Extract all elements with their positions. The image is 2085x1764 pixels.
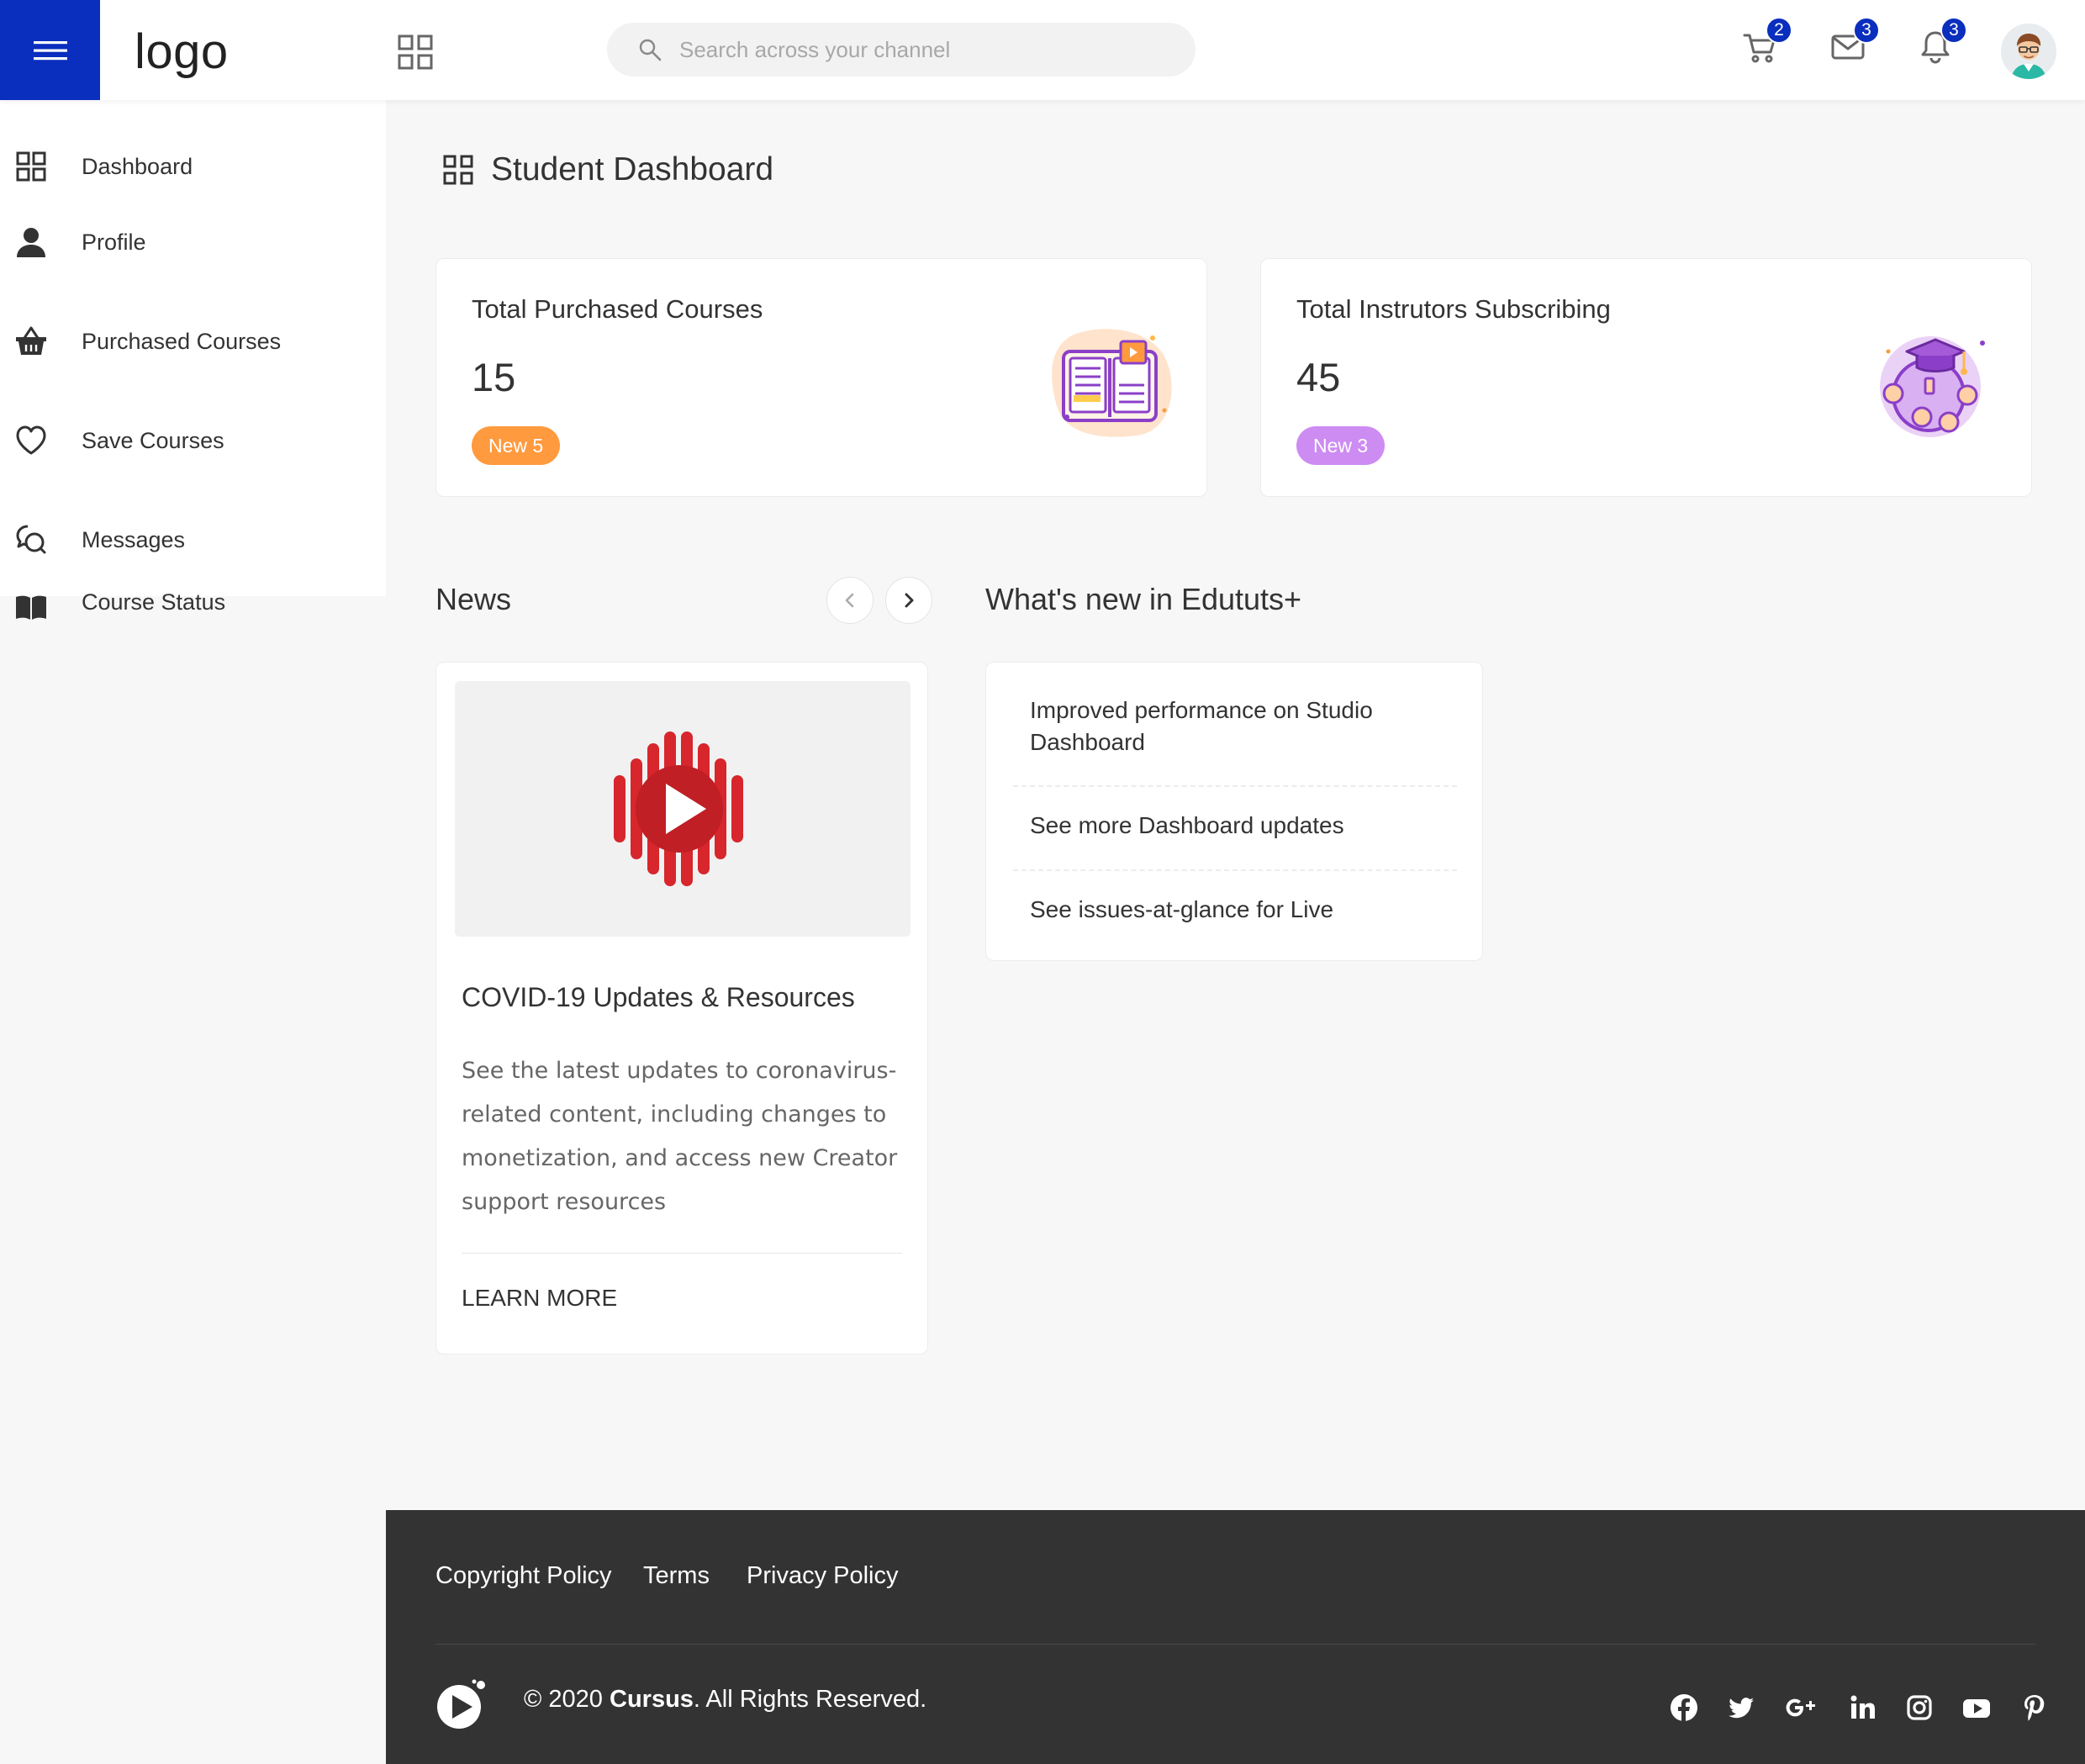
whats-new-item[interactable]: See more Dashboard updates	[1030, 810, 1433, 842]
avatar-illustration-icon	[2001, 24, 2056, 79]
dashboard-grid-icon	[443, 155, 473, 185]
sidebar-item-messages[interactable]: Messages	[0, 510, 386, 569]
sidebar: Dashboard Profile Purchased Courses Save…	[0, 100, 386, 620]
top-header: logo 2 3 3	[0, 0, 2085, 100]
sidebar-item-label: Purchased Courses	[82, 328, 282, 354]
footer-link-privacy-policy[interactable]: Privacy Policy	[747, 1562, 899, 1590]
divider	[435, 1644, 2035, 1645]
logo[interactable]: logo	[135, 24, 229, 80]
sidebar-item-label: Course Status	[82, 589, 226, 615]
stat-title: Total Instrutors Subscribing	[1296, 294, 1611, 324]
chevron-left-icon	[845, 593, 854, 608]
sidebar-item-label: Save Courses	[82, 427, 224, 453]
cart-button[interactable]: 2	[1742, 17, 1792, 69]
apps-grid-icon[interactable]	[397, 34, 434, 71]
cursus-logo-icon[interactable]	[435, 1678, 488, 1730]
google-plus-link[interactable]	[1784, 1693, 1819, 1722]
youtube-icon	[1963, 1699, 1990, 1718]
whats-new-item[interactable]: See issues-at-glance for Live	[1030, 894, 1433, 926]
sidebar-item-label: Messages	[82, 526, 186, 552]
stat-value: 15	[472, 355, 516, 399]
dashboard-grid-icon	[16, 151, 46, 182]
basket-icon	[16, 326, 46, 355]
linkedin-link[interactable]	[1848, 1693, 1876, 1722]
learn-more-link[interactable]: LEARN MORE	[462, 1285, 617, 1312]
sidebar-item-course-status[interactable]: Course Status	[0, 586, 386, 620]
notifications-button[interactable]: 3	[1917, 17, 1967, 69]
notifications-badge: 3	[1940, 17, 1967, 44]
video-play-logo-icon	[614, 731, 743, 886]
news-next-button[interactable]	[885, 577, 932, 624]
sidebar-item-label: Profile	[82, 229, 146, 255]
stat-card-instructors-subscribing: Total Instrutors Subscribing 45 New 3	[1260, 258, 2032, 497]
footer-link-terms[interactable]: Terms	[643, 1562, 710, 1590]
search-input[interactable]	[679, 36, 1150, 63]
twitter-link[interactable]	[1727, 1693, 1755, 1722]
new-badge: New 3	[1296, 426, 1386, 465]
news-card: COVID-19 Updates & Resources See the lat…	[435, 662, 928, 1355]
sidebar-item-label: Dashboard	[82, 153, 193, 179]
cart-badge: 2	[1766, 17, 1792, 44]
new-badge: New 5	[472, 426, 561, 465]
copyright-prefix: © 2020	[524, 1686, 610, 1713]
search-icon	[639, 39, 662, 61]
user-avatar[interactable]	[2001, 24, 2056, 79]
sidebar-item-save-courses[interactable]: Save Courses	[0, 411, 386, 470]
twitter-icon	[1729, 1698, 1754, 1719]
open-book-illustration-icon	[1052, 329, 1172, 437]
footer: Copyright Policy Terms Privacy Policy © …	[386, 1510, 2085, 1764]
news-prev-button[interactable]	[826, 577, 874, 624]
news-title[interactable]: COVID-19 Updates & Resources	[462, 982, 855, 1013]
stat-value: 45	[1296, 355, 1341, 399]
divider	[1013, 869, 1457, 871]
hamburger-icon	[33, 40, 67, 60]
graduation-cap-illustration-icon	[1880, 336, 1985, 437]
whats-new-section-title: What's new in Edututs+	[985, 582, 1302, 616]
facebook-icon	[1671, 1694, 1697, 1721]
chevron-right-icon	[905, 593, 914, 608]
facebook-link[interactable]	[1670, 1693, 1698, 1722]
footer-link-copyright-policy[interactable]: Copyright Policy	[435, 1562, 612, 1590]
whats-new-card: Improved performance on Studio Dashboard…	[985, 662, 1483, 961]
divider	[462, 1253, 902, 1254]
page-header: Student Dashboard	[442, 151, 773, 188]
stat-title: Total Purchased Courses	[472, 294, 763, 324]
heart-icon	[16, 425, 46, 455]
sidebar-item-profile[interactable]: Profile	[0, 213, 386, 272]
messages-button[interactable]: 3	[1829, 17, 1880, 69]
divider	[1013, 785, 1457, 787]
pinterest-link[interactable]	[2019, 1693, 2048, 1722]
user-icon	[17, 228, 45, 257]
linkedin-icon	[1850, 1695, 1875, 1719]
open-book-icon	[16, 595, 46, 620]
search-bar	[607, 23, 1196, 77]
messages-badge: 3	[1853, 17, 1880, 44]
whats-new-item[interactable]: Improved performance on Studio Dashboard	[1030, 695, 1433, 758]
news-section-title: News	[435, 582, 512, 616]
instagram-link[interactable]	[1905, 1693, 1934, 1722]
social-links	[1670, 1693, 2048, 1722]
google-plus-icon	[1786, 1698, 1815, 1717]
chat-bubbles-icon	[16, 525, 46, 554]
copyright-suffix: . All Rights Reserved.	[693, 1686, 927, 1713]
instagram-icon	[1907, 1695, 1932, 1720]
news-description: See the latest updates to coronavirus-re…	[462, 1058, 898, 1215]
stat-card-purchased-courses: Total Purchased Courses 15 New 5	[435, 258, 1207, 497]
hamburger-menu-button[interactable]	[0, 0, 100, 100]
sidebar-item-dashboard[interactable]: Dashboard	[0, 137, 386, 196]
youtube-link[interactable]	[1962, 1693, 1991, 1722]
pinterest-icon	[2024, 1695, 2045, 1721]
copyright-text: © 2020 Cursus. All Rights Reserved.	[524, 1686, 926, 1714]
brand-name: Cursus	[610, 1686, 694, 1713]
news-thumbnail[interactable]	[455, 681, 911, 937]
page-title: Student Dashboard	[491, 151, 774, 187]
sidebar-item-purchased-courses[interactable]: Purchased Courses	[0, 312, 386, 371]
